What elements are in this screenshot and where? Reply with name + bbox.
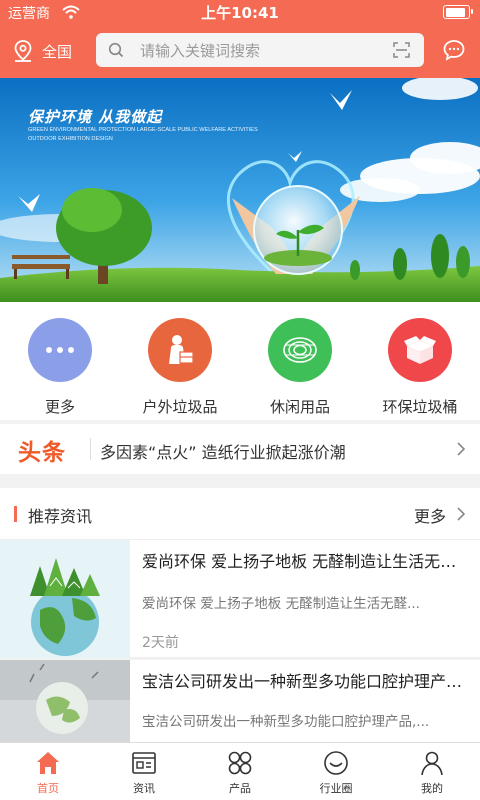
category-row: 更多 户外垃圾品 休闲用品 环保垃圾桶 [0, 302, 480, 420]
tab-me[interactable]: 我的 [384, 749, 480, 796]
category-label: 更多 [44, 398, 75, 416]
category-outdoor-trash[interactable]: 户外垃圾品 [120, 318, 240, 417]
section-accent-bar [14, 506, 17, 522]
news-item[interactable]: 宝洁公司研发出一种新型多功能口腔护理产品... 宝洁公司研发出一种新型多功能口腔… [0, 660, 480, 742]
banner-subtitle: GREEN ENVIRONMENTAL PROTECTION LARGE-SCA… [28, 127, 258, 142]
recommended-header: 推荐资讯 更多 [0, 488, 480, 540]
more-dots-icon [28, 318, 92, 382]
grid-icon [228, 751, 252, 775]
category-eco-bin[interactable]: 环保垃圾桶 [360, 318, 480, 417]
scan-icon[interactable] [393, 42, 410, 58]
roll-icon [268, 318, 332, 382]
status-bar: 运营商 上午10:41 [0, 0, 480, 24]
tab-label: 首页 [37, 782, 59, 795]
search-icon [108, 42, 124, 58]
tab-label: 行业圈 [319, 782, 353, 795]
tab-industry-circle[interactable]: 行业圈 [288, 749, 384, 796]
category-label: 环保垃圾桶 [382, 398, 458, 416]
news-title: 宝洁公司研发出一种新型多功能口腔护理产品... [142, 672, 464, 691]
location-selector[interactable]: 全国 [12, 38, 72, 64]
home-icon [37, 752, 59, 774]
location-label: 全国 [42, 42, 73, 61]
headline-divider [90, 438, 91, 460]
headline-tag: 头条 [18, 440, 66, 466]
tab-news[interactable]: 资讯 [96, 749, 192, 796]
location-pin-icon [14, 40, 32, 62]
headline-text[interactable]: 多因素“点火” 造纸行业掀起涨价潮 [100, 439, 346, 463]
banner-title: 保护环境 从我做起 [28, 108, 163, 126]
tab-home[interactable]: 首页 [0, 749, 96, 796]
category-more[interactable]: 更多 [0, 318, 120, 417]
category-label: 休闲用品 [269, 398, 330, 416]
tab-label: 我的 [421, 782, 443, 795]
chevron-right-icon[interactable] [456, 506, 466, 522]
category-leisure[interactable]: 休闲用品 [240, 318, 360, 417]
promo-banner[interactable]: 保护环境 从我做起 GREEN ENVIRONMENTAL PROTECTION… [0, 78, 480, 302]
tab-products[interactable]: 产品 [192, 749, 288, 796]
news-thumbnail [0, 540, 130, 658]
section-title: 推荐资讯 [28, 507, 93, 526]
status-time: 上午10:41 [201, 4, 279, 22]
bottom-tab-bar: 首页 资讯 产品 行业圈 我的 [0, 742, 480, 800]
news-description: 宝洁公司研发出一种新型多功能口腔护理产品,... [142, 714, 430, 730]
delivery-person-icon [148, 318, 212, 382]
category-label: 户外垃圾品 [142, 398, 218, 416]
news-item[interactable]: 爱尚环保 爱上扬子地板 无醛制造让生活无醛... 爱尚环保 爱上扬子地板 无醛制… [0, 540, 480, 658]
search-box[interactable]: 请输入关键词搜索 [96, 33, 424, 67]
box-icon [388, 318, 452, 382]
more-link[interactable]: 更多 [414, 503, 446, 527]
headline-bar[interactable]: 头条 多因素“点火” 造纸行业掀起涨价潮 [0, 424, 480, 474]
search-placeholder: 请输入关键词搜索 [140, 42, 261, 60]
smile-icon [324, 751, 348, 775]
newspaper-icon [132, 752, 156, 774]
tab-label: 产品 [229, 782, 251, 795]
news-title: 爱尚环保 爱上扬子地板 无醛制造让生活无醛... [142, 552, 464, 571]
battery-icon [443, 5, 473, 19]
news-time: 2天前 [142, 635, 179, 651]
top-bar: 运营商 上午10:41 全国 请输入关键词搜索 [0, 0, 480, 78]
tab-label: 资讯 [133, 782, 155, 795]
news-thumbnail [0, 660, 130, 742]
user-icon [421, 751, 443, 776]
news-description: 爱尚环保 爱上扬子地板 无醛制造让生活无醛... [142, 596, 420, 612]
chevron-right-icon [457, 442, 466, 456]
message-icon[interactable] [442, 38, 466, 62]
